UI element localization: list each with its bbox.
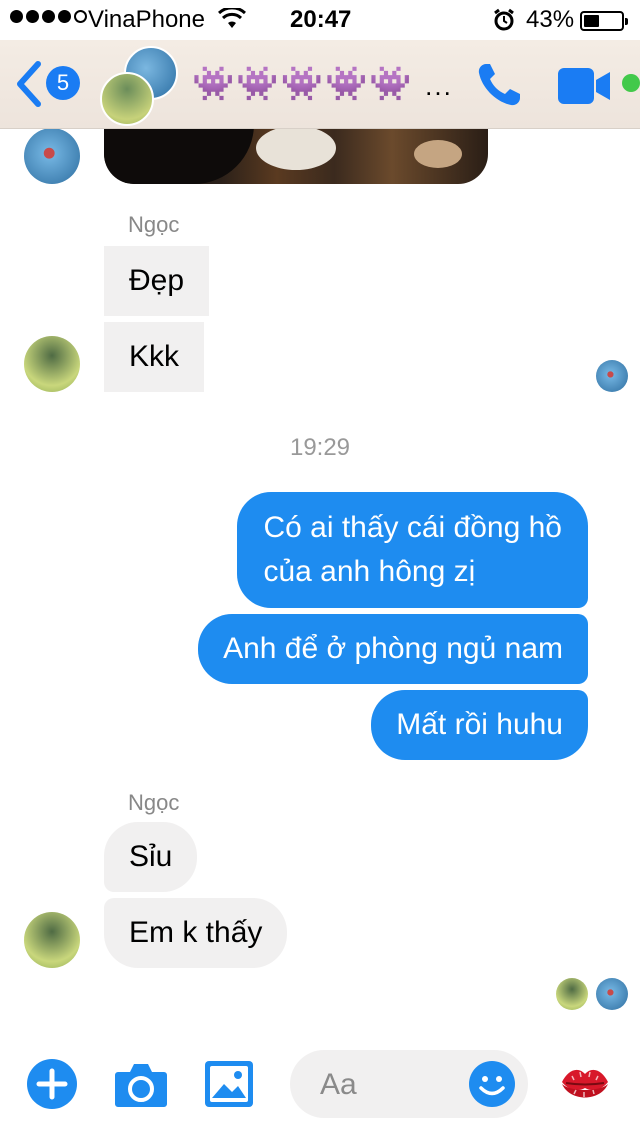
title-ellipsis: ...	[425, 71, 453, 101]
battery-icon	[580, 11, 628, 31]
avatar[interactable]	[24, 912, 80, 968]
camera-icon[interactable]	[114, 1060, 168, 1113]
outgoing-message[interactable]: Có ai thấy cái đồng hồ của anh hông zị	[237, 492, 588, 608]
status-bar: VinaPhone 20:47 43%	[0, 0, 640, 40]
carrier-name: VinaPhone	[88, 6, 205, 33]
wifi-icon	[217, 6, 247, 37]
alarm-icon	[492, 8, 516, 39]
sender-name: Ngọc	[128, 790, 180, 815]
group-avatar[interactable]	[100, 46, 178, 126]
message-list[interactable]: Ngọc Đẹp Kkk 19:29 Có ai thấy cái đồng h…	[0, 118, 640, 1036]
video-camera-icon[interactable]	[556, 66, 614, 111]
avatar[interactable]	[24, 128, 80, 184]
title-emojis: 👾👾👾👾👾	[192, 65, 414, 103]
phone-icon[interactable]	[474, 60, 524, 115]
message-input[interactable]	[318, 1066, 462, 1104]
image-icon[interactable]	[204, 1060, 254, 1113]
plus-icon[interactable]	[26, 1058, 78, 1115]
conversation-header: 5 👾👾👾👾👾 ...	[0, 40, 640, 129]
conversation-title[interactable]: 👾👾👾👾👾 ...	[192, 64, 453, 104]
signal-strength-icon	[10, 10, 87, 23]
incoming-message[interactable]: Kkk	[104, 322, 205, 392]
member-avatar	[100, 72, 154, 126]
message-timestamp: 19:29	[289, 434, 351, 461]
battery-percent: 43%	[526, 6, 575, 33]
unread-count-badge: 5	[46, 66, 80, 100]
incoming-message[interactable]: Em k thấy	[104, 898, 288, 968]
online-indicator	[622, 74, 640, 92]
status-time: 20:47	[290, 6, 352, 33]
emoji-icon[interactable]	[468, 1060, 516, 1113]
seen-receipt-avatar	[596, 978, 628, 1010]
outgoing-message[interactable]: Mất rồi huhu	[371, 690, 588, 760]
incoming-message[interactable]: Đẹp	[104, 246, 210, 316]
seen-receipt-avatar	[556, 978, 588, 1010]
back-chevron-icon	[17, 61, 41, 107]
incoming-message[interactable]: Sỉu	[104, 822, 198, 892]
message-input-field[interactable]	[290, 1050, 528, 1118]
back-button[interactable]: 5	[14, 60, 80, 108]
messenger-chat-screen: VinaPhone 20:47 43% 5 👾👾👾👾👾 ... Ngọc Đẹp…	[0, 0, 640, 1136]
outgoing-message[interactable]: Anh để ở phòng ngủ nam	[198, 614, 588, 684]
message-composer	[0, 1036, 640, 1136]
sender-name: Ngọc	[128, 212, 180, 237]
seen-receipt-avatar	[596, 360, 628, 392]
kiss-lips-icon[interactable]	[560, 1062, 610, 1113]
avatar[interactable]	[24, 336, 80, 392]
